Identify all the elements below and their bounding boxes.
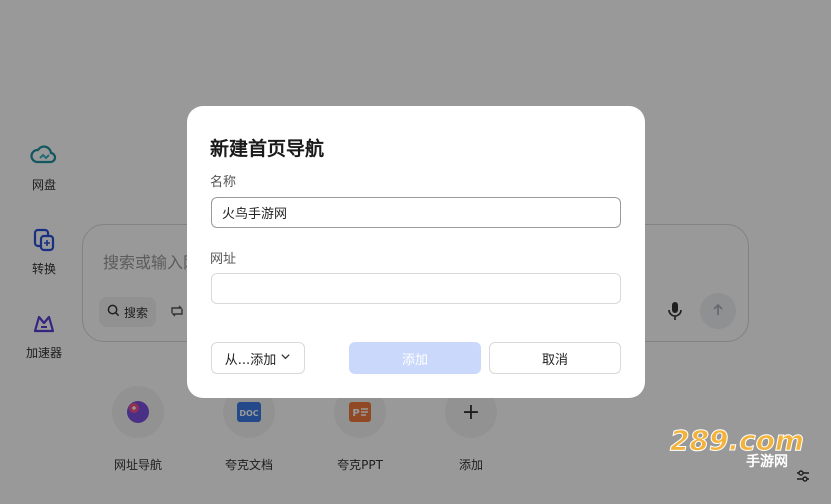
watermark-logo: 289.com 手游网 — [668, 424, 808, 471]
url-input[interactable] — [211, 273, 621, 304]
new-nav-dialog: 新建首页导航 名称 网址 从...添加 添加 取消 — [187, 106, 645, 398]
watermark-sub: 手游网 — [746, 453, 788, 470]
add-from-dropdown[interactable]: 从...添加 — [211, 342, 305, 374]
chevron-down-icon — [280, 351, 291, 366]
watermark-text: 289.com — [670, 424, 804, 457]
dialog-title: 新建首页导航 — [210, 138, 325, 160]
name-input[interactable] — [211, 197, 621, 228]
url-label: 网址 — [210, 252, 237, 267]
add-from-label: 从...添加 — [224, 352, 277, 368]
add-button[interactable]: 添加 — [349, 342, 481, 374]
name-label: 名称 — [210, 175, 237, 190]
cancel-button[interactable]: 取消 — [489, 342, 621, 374]
